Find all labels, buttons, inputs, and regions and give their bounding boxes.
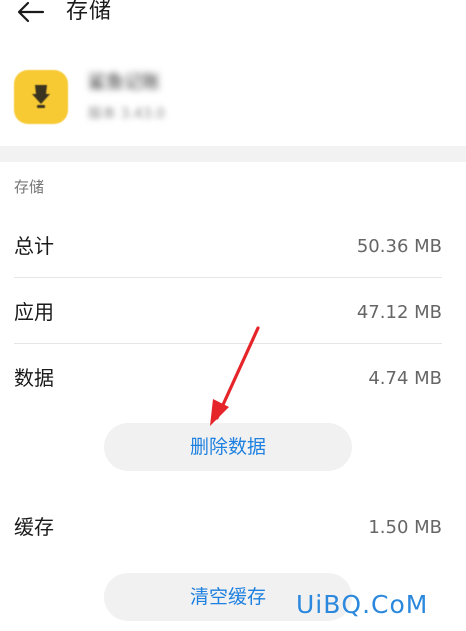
row-label-data: 数据 <box>14 366 54 390</box>
row-label-total: 总计 <box>14 234 54 258</box>
row-value-data: 4.74 MB <box>368 368 442 389</box>
row-value-apps: 47.12 MB <box>356 302 442 323</box>
app-name: 鲨鱼记账 <box>88 72 160 93</box>
row-divider <box>14 277 442 278</box>
row-value-cache: 1.50 MB <box>368 517 442 538</box>
storage-row-data: 数据 4.74 MB <box>0 346 466 410</box>
top-bar: 存储 <box>0 0 466 34</box>
row-label-apps: 应用 <box>14 300 54 324</box>
row-value-total: 50.36 MB <box>356 236 442 257</box>
delete-data-button[interactable]: 删除数据 <box>104 423 352 471</box>
app-logo-icon <box>14 70 68 124</box>
row-label-cache: 缓存 <box>14 515 54 539</box>
app-header: 鲨鱼记账 版本 3.43.0 <box>0 62 466 134</box>
watermark: UiBQ.CoM <box>296 590 429 619</box>
arrow-left-icon[interactable] <box>16 0 46 26</box>
storage-row-cache: 缓存 1.50 MB <box>0 495 466 559</box>
app-version: 版本 3.43.0 <box>88 106 165 122</box>
storage-row-total: 总计 50.36 MB <box>0 214 466 278</box>
section-divider <box>0 146 466 162</box>
section-label-storage: 存储 <box>14 178 45 196</box>
row-divider <box>14 343 442 344</box>
storage-row-apps: 应用 47.12 MB <box>0 280 466 344</box>
page-title: 存储 <box>66 0 113 24</box>
